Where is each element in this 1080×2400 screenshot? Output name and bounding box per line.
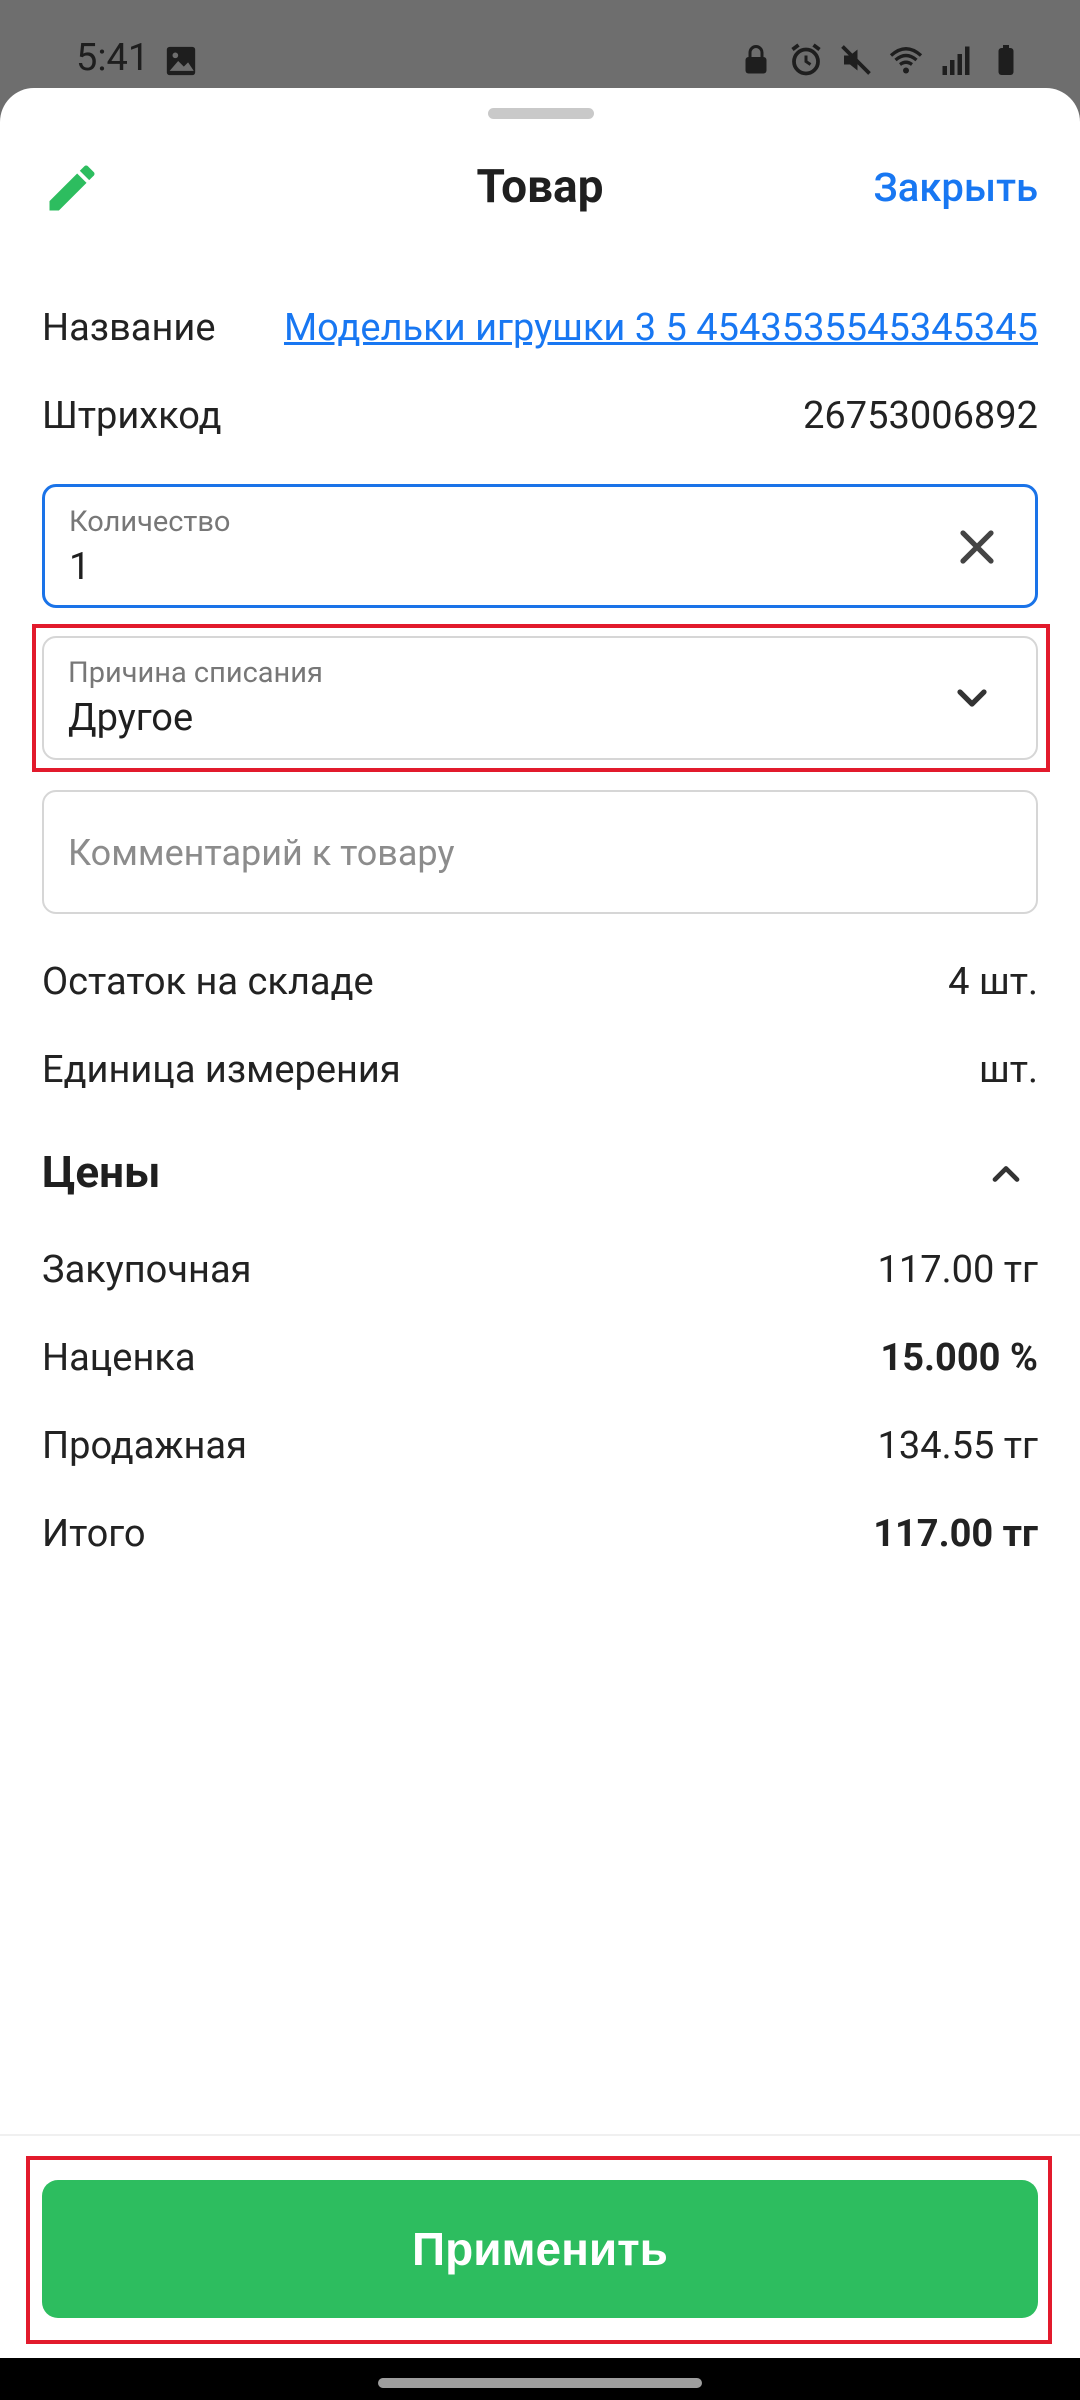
reason-value: Другое [68, 696, 194, 740]
chevron-up-icon[interactable] [984, 1152, 1028, 1196]
prices-section-title[interactable]: Цены [42, 1146, 161, 1198]
price-value: 117.00 тг [877, 1248, 1038, 1292]
price-value: 15.000 % [880, 1336, 1038, 1380]
unit-row: Единица измерения шт. [42, 1048, 1038, 1092]
barcode-row: Штрихкод 26753006892 [42, 394, 1038, 438]
price-label: Итого [42, 1512, 146, 1556]
navigation-bar [0, 2358, 1080, 2400]
price-row-sale: Продажная 134.55 тг [42, 1424, 1038, 1468]
product-name-link[interactable]: Модельки игрушки 3 5 4543535545345345 [284, 306, 1038, 350]
stock-row: Остаток на складе 4 шт. [42, 960, 1038, 1004]
quantity-label: Количество [69, 505, 231, 539]
lock-icon [745, 45, 767, 74]
close-icon[interactable] [953, 523, 1001, 571]
battery-icon [998, 45, 1014, 75]
stock-value: 4 шт. [948, 960, 1038, 1004]
price-row-markup: Наценка 15.000 % [42, 1336, 1038, 1380]
wifi-icon [889, 47, 923, 74]
comment-field[interactable]: Комментарий к товару [42, 790, 1038, 914]
barcode-value: 26753006892 [803, 394, 1038, 438]
status-bar: 5:41 [0, 0, 1080, 90]
stock-label: Остаток на складе [42, 960, 374, 1004]
home-gesture-handle[interactable] [378, 2378, 702, 2388]
status-icons [738, 40, 1024, 80]
name-row: Название Модельки игрушки 3 5 4543535545… [42, 306, 1038, 350]
price-value: 117.00 тг [873, 1512, 1038, 1556]
status-time: 5:41 [76, 36, 150, 80]
unit-value: шт. [978, 1048, 1038, 1092]
name-label: Название [42, 306, 216, 350]
drag-handle[interactable] [488, 108, 594, 119]
close-button[interactable]: Закрыть [873, 164, 1038, 211]
price-label: Закупочная [42, 1248, 252, 1292]
price-row-purchase: Закупочная 117.00 тг [42, 1248, 1038, 1292]
reason-label: Причина списания [68, 656, 323, 690]
quantity-field[interactable]: Количество 1 [42, 484, 1038, 608]
apply-button[interactable]: Применить [42, 2180, 1038, 2318]
comment-placeholder[interactable]: Комментарий к товару [68, 832, 454, 874]
mute-icon [841, 45, 871, 75]
barcode-label: Штрихкод [42, 394, 222, 438]
product-sheet: Товар Закрыть Название Модельки игрушки … [0, 88, 1080, 2358]
unit-label: Единица измерения [42, 1048, 401, 1092]
price-label: Наценка [42, 1336, 196, 1380]
writeoff-reason-select[interactable]: Причина списания Другое [42, 636, 1038, 760]
alarm-icon [791, 43, 821, 76]
chevron-down-icon[interactable] [948, 674, 996, 722]
price-value: 134.55 тг [877, 1424, 1038, 1468]
price-label: Продажная [42, 1424, 247, 1468]
footer-divider [0, 2134, 1080, 2136]
price-row-total: Итого 117.00 тг [42, 1512, 1038, 1556]
image-icon [166, 46, 196, 76]
quantity-value[interactable]: 1 [69, 545, 90, 589]
signal-icon [942, 46, 970, 75]
